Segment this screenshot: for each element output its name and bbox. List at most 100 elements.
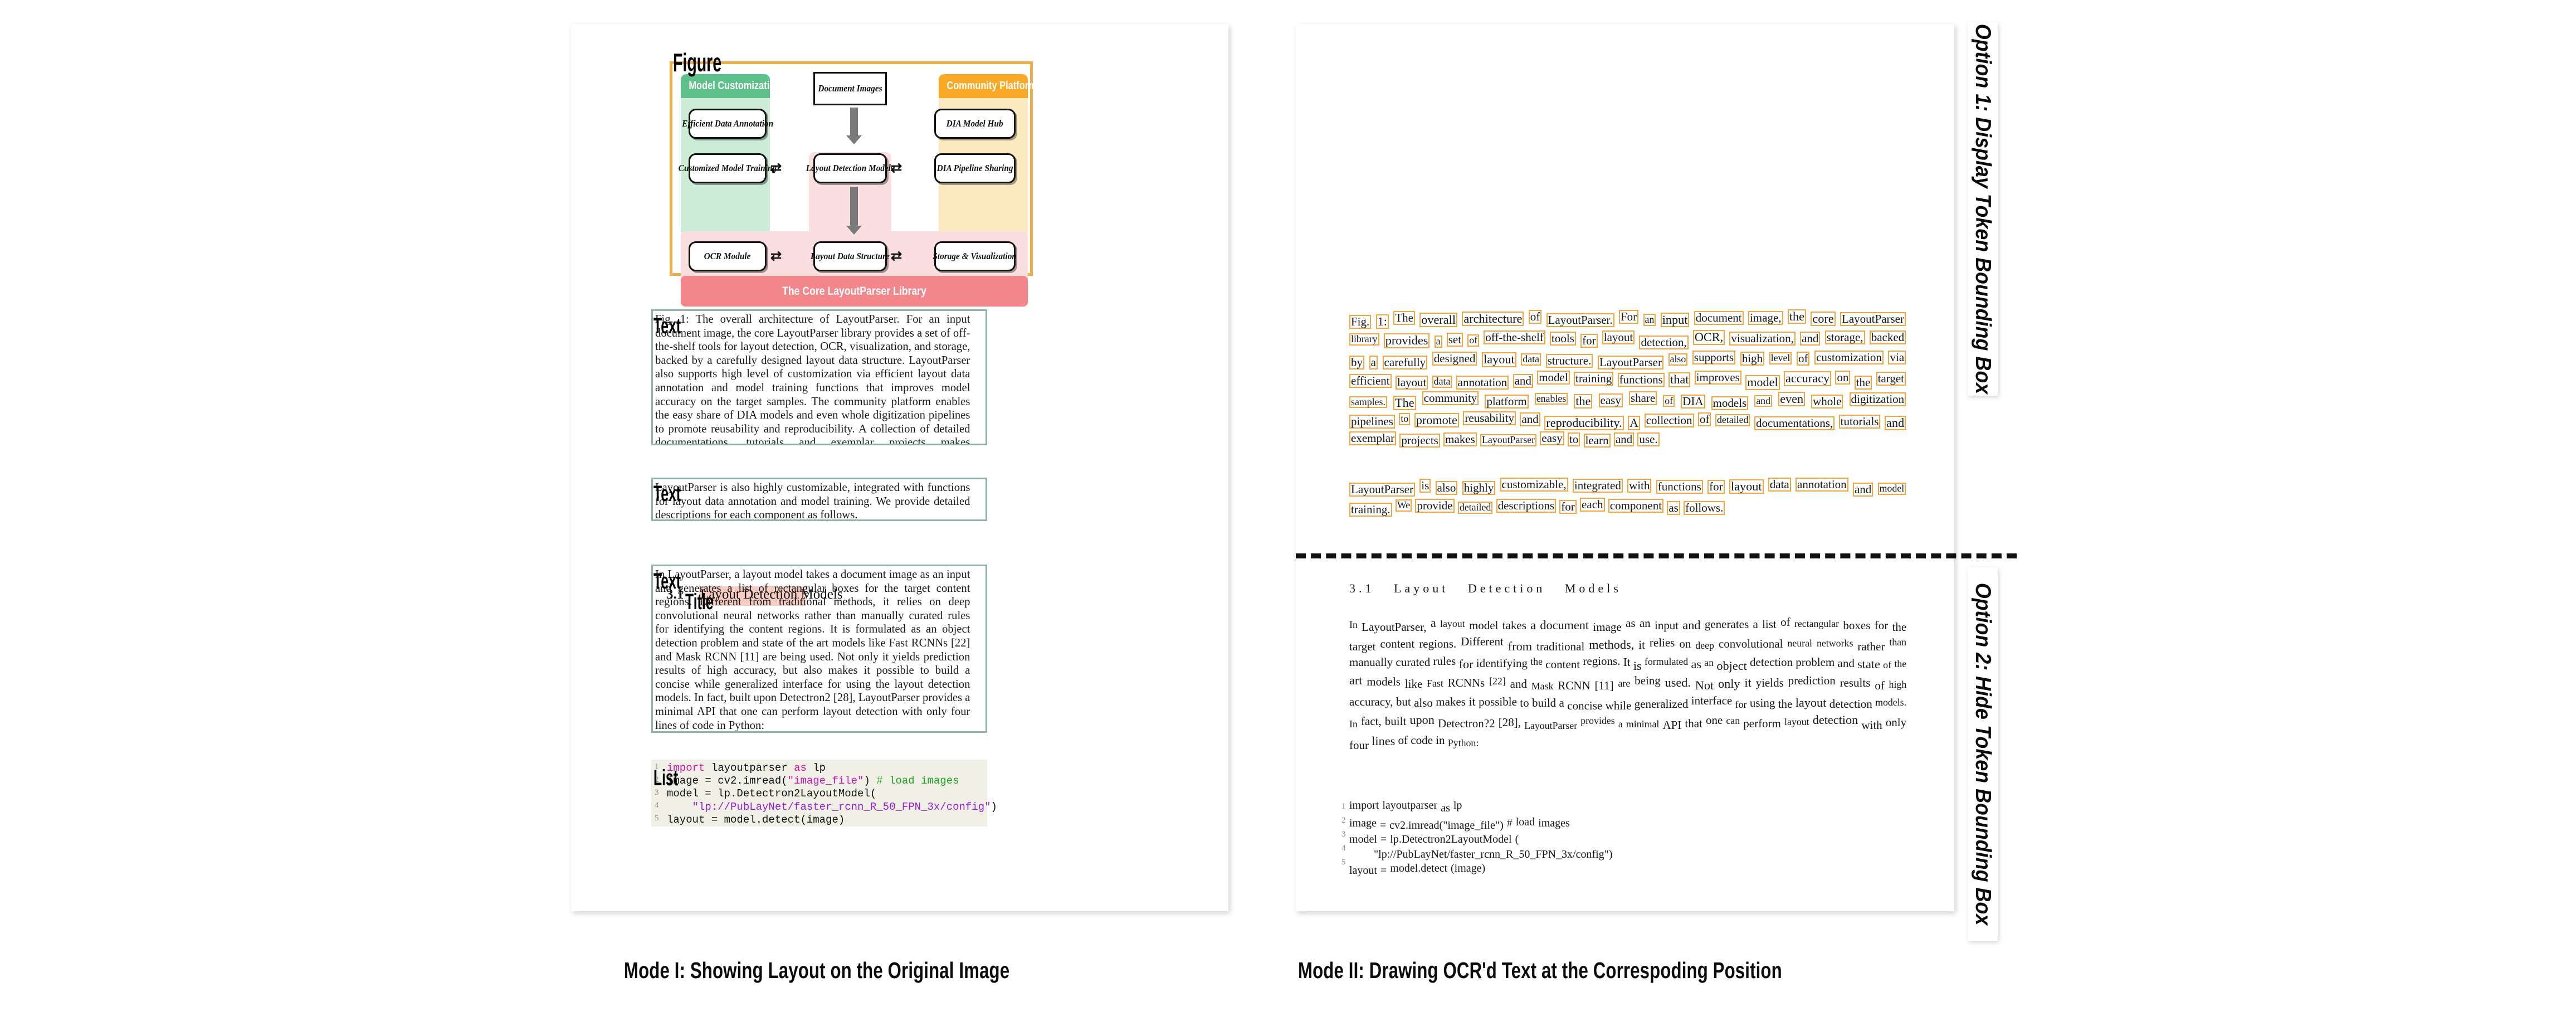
ocr-token: for — [1458, 657, 1474, 671]
region-label-text: Text — [653, 569, 681, 594]
ocr-token: with — [1627, 479, 1652, 493]
ocr-token: LayoutParser. — [1546, 313, 1614, 327]
ocr-token: traditional — [1536, 640, 1585, 653]
ocr-token: image — [1593, 620, 1622, 634]
ocr-token: target — [1349, 640, 1376, 653]
ocr-token: problem — [1796, 655, 1835, 669]
ocr-token: layoutparser — [1382, 799, 1438, 811]
ocr-token: DIA — [1681, 394, 1705, 409]
text-region-body: In LayoutParser, a layout model takes a … — [651, 565, 987, 733]
ocr-section-heading: 3.1 Layout Detection Models — [1349, 581, 1622, 595]
text-region-caption: Fig. 1: The overall architecture of Layo… — [651, 309, 987, 445]
ocr-token: rules — [1433, 654, 1456, 668]
ocr-token: customization — [1814, 351, 1884, 365]
ocr-token: results — [1840, 676, 1871, 689]
ocr-token: takes — [1502, 619, 1526, 632]
ocr-token: a — [1618, 718, 1623, 730]
ocr-token: collection — [1644, 413, 1694, 427]
ocr-token: also — [1435, 481, 1458, 495]
ocr-token: model — [1468, 619, 1499, 632]
ocr-token: a — [1434, 336, 1442, 348]
node-label: DIA Model Hub — [946, 118, 1004, 129]
ocr-token: content — [1380, 637, 1415, 650]
ocr-token: integrated — [1572, 479, 1623, 493]
ocr-token: a — [1430, 616, 1436, 630]
ocr-token: overall — [1419, 313, 1458, 328]
ocr-token: four — [1349, 738, 1369, 752]
second-paragraph-text: LayoutParser is also highly customizable… — [655, 480, 970, 521]
ocr-code-line: image = cv2.imread("image_file") # load image… — [1349, 815, 1906, 833]
node-document-images: Document Images — [813, 72, 887, 105]
ocr-token: "lp://PubLayNet/faster_rcnn_R_50_FPN_3x/… — [1374, 848, 1613, 860]
ocr-token: are — [1618, 678, 1631, 689]
node-label: Customized Model Training — [678, 163, 777, 173]
ocr-token: from — [1507, 639, 1533, 653]
ocr-token: The — [1393, 395, 1416, 410]
ocr-token: In — [1349, 718, 1358, 730]
ocr-token: for — [1580, 334, 1598, 348]
body-paragraph-text: In LayoutParser, a layout model takes a … — [655, 567, 970, 732]
ocr-token: tools — [1550, 332, 1576, 346]
ocr-token: high — [1889, 679, 1907, 690]
ocr-token: perform — [1743, 717, 1781, 730]
ocr-code-line-number: 2 — [1341, 816, 1346, 825]
ocr-token: makes — [1443, 432, 1477, 447]
ocr-token: to — [1520, 696, 1529, 709]
ocr-caption-paragraph: Fig. 1: The overall architecture of Layo… — [1349, 309, 1906, 449]
ocr-token: upon — [1409, 713, 1435, 727]
ocr-token: and — [1513, 374, 1533, 388]
mode-one-panel: Model Customization Community Platform T… — [571, 24, 1228, 911]
ocr-token: accuracy, — [1349, 695, 1393, 708]
ocr-token: library — [1349, 333, 1379, 346]
ocr-token: the — [1892, 620, 1907, 634]
ocr-token: object — [1716, 659, 1747, 673]
ocr-token: a — [1530, 618, 1536, 632]
ocr-token: provide — [1415, 499, 1455, 513]
ocr-token: the — [1778, 697, 1793, 711]
ocr-token: that — [1668, 372, 1691, 387]
node-label: DIA Pipeline Sharing — [936, 163, 1013, 173]
code-line-3: model = lp.Detectron2LayoutModel( — [667, 787, 877, 800]
ocr-token: A — [1628, 415, 1641, 431]
ocr-token: on — [1679, 637, 1691, 650]
ocr-token: LayoutParser — [1524, 720, 1578, 731]
ocr-token: identifying — [1476, 657, 1528, 670]
ocr-token: Python: — [1447, 737, 1479, 748]
ocr-token: structure. — [1545, 354, 1593, 368]
node-label: Layout Detection Models — [806, 163, 895, 173]
node-dia-model-hub: DIA Model Hub — [934, 109, 1016, 139]
ocr-token: is — [1419, 479, 1431, 493]
ocr-token: an — [1639, 616, 1651, 630]
architecture-figure: Model Customization Community Platform T… — [670, 61, 1037, 307]
ocr-token: layout — [1395, 376, 1428, 390]
ocr-token: (image) — [1451, 862, 1486, 874]
ocr-token: community — [1422, 391, 1479, 405]
ocr-token: The — [1393, 311, 1415, 325]
ocr-token: via — [1888, 351, 1906, 365]
ocr-token: whole — [1811, 394, 1843, 409]
ocr-token: the — [1854, 376, 1872, 390]
ocr-token: LayoutParser, — [1362, 620, 1427, 634]
ocr-token: detailed — [1457, 502, 1493, 514]
ocr-token: LayoutParser — [1840, 312, 1906, 326]
ocr-code-line: import layoutparser as lp — [1349, 799, 1906, 815]
ocr-token: efficient — [1349, 374, 1392, 388]
ocr-body-paragraph: In LayoutParser, a layout model takes a … — [1349, 615, 1906, 752]
ocr-code-line: model = lp.Detectron2LayoutModel( — [1349, 833, 1906, 848]
ocr-token: with — [1861, 718, 1882, 732]
ocr-token: lp — [1453, 799, 1462, 811]
ocr-token: Fig. — [1349, 315, 1372, 329]
ocr-token: layout — [1795, 696, 1827, 709]
ocr-token: as — [1691, 657, 1702, 671]
ocr-token: by — [1349, 356, 1364, 370]
ocr-token: it — [1744, 675, 1752, 689]
ocr-code-line-number: 3 — [1341, 830, 1346, 839]
ocr-token: the — [1574, 393, 1593, 409]
ocr-token: for — [1874, 619, 1889, 632]
ocr-token: for — [1735, 699, 1747, 710]
ocr-token: models — [1711, 396, 1749, 410]
ocr-token: off-the-shelf — [1484, 330, 1545, 345]
ocr-token: lp.Detectron2LayoutModel — [1390, 833, 1512, 845]
ocr-token: projects — [1399, 434, 1440, 448]
node-label: Storage & Visualization — [933, 251, 1017, 261]
